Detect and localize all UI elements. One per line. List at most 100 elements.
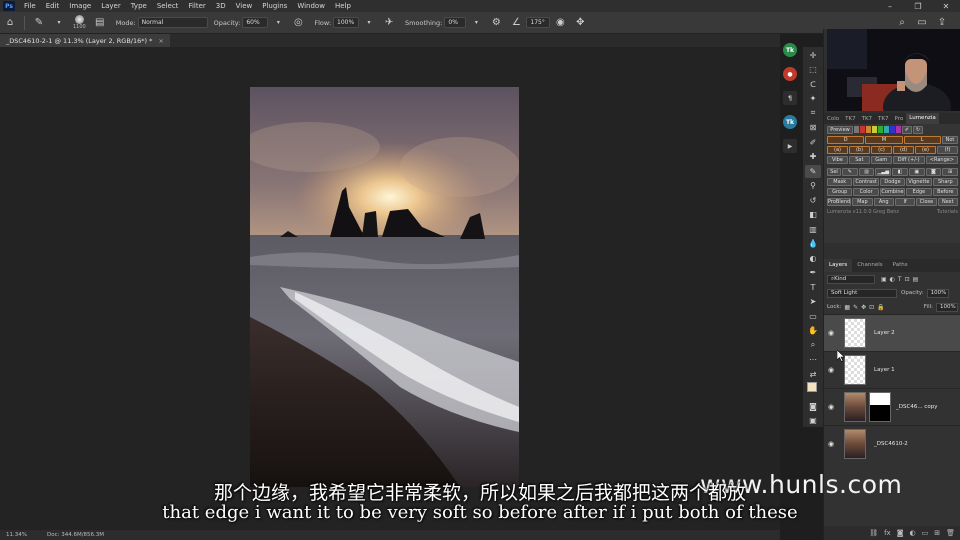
sel-button[interactable]: Sel	[827, 168, 841, 176]
pressure-size-icon[interactable]: ◉	[553, 16, 567, 30]
histogram-icon[interactable]: ▁▃▅	[875, 168, 892, 176]
contrast-button[interactable]: Contrast	[853, 178, 879, 186]
home-icon[interactable]: ⌂	[3, 16, 17, 30]
brush-tool-icon[interactable]: ✎	[32, 16, 46, 30]
sat-button[interactable]: Sat	[848, 156, 870, 164]
combine-button[interactable]: Combine	[879, 188, 906, 196]
paragraph-icon[interactable]: ¶	[783, 91, 797, 105]
layer-mask-thumbnail[interactable]	[869, 392, 891, 422]
tab-layers[interactable]: Layers	[824, 259, 853, 272]
close-tab-icon[interactable]: ×	[158, 37, 163, 45]
tk-plugin-icon[interactable]: Tk	[783, 43, 797, 57]
swatch-blue[interactable]	[890, 126, 895, 133]
maximize-icon[interactable]: ❐	[904, 2, 932, 11]
adjustment-icon[interactable]: ◐	[910, 529, 916, 537]
fx-icon[interactable]: fx	[884, 529, 891, 537]
document-tab[interactable]: _DSC4610-2-1 @ 11.3% (Layer 2, RGB/16*) …	[0, 34, 170, 47]
eye-icon[interactable]: ◉	[824, 329, 838, 337]
marquee-tool-icon[interactable]: ⬚	[805, 63, 821, 76]
brush-preset-picker[interactable]: 1100	[73, 15, 86, 30]
shape-tool-icon[interactable]: ▭	[805, 310, 821, 323]
zone-a-button[interactable]: (a)	[827, 146, 848, 154]
eye-icon[interactable]: ◉	[824, 366, 838, 374]
quick-mask-icon[interactable]: ◙	[805, 400, 821, 413]
close-button[interactable]: Close	[916, 198, 937, 206]
menu-select[interactable]: Select	[152, 0, 184, 12]
zone-e-button[interactable]: (e)	[915, 146, 936, 154]
opacity-field[interactable]: 60%	[242, 17, 269, 28]
menu-file[interactable]: File	[19, 0, 41, 12]
eye-icon[interactable]: ◉	[824, 403, 838, 411]
l-button[interactable]: L	[903, 136, 941, 144]
gam-button[interactable]: Gam	[870, 156, 892, 164]
zone-b-button[interactable]: (b)	[849, 146, 870, 154]
tk-blue-plugin-icon[interactable]: Tk	[783, 115, 797, 129]
chevron-down-icon[interactable]: ▾	[271, 16, 285, 30]
lock-icons[interactable]: ▦✎✥⊡🔒	[844, 304, 887, 311]
color-swatches[interactable]	[805, 382, 821, 398]
document-image[interactable]	[250, 87, 519, 487]
zoom-readout[interactable]: 11.34%	[6, 532, 27, 538]
zoom-tool-icon[interactable]: ⌕	[805, 339, 821, 352]
filter-kind-select[interactable]: ⌕ Kind	[827, 274, 875, 284]
menu-view[interactable]: View	[231, 0, 258, 12]
menu-filter[interactable]: Filter	[183, 0, 210, 12]
tab-pro[interactable]: Pro	[892, 116, 907, 122]
mask-button[interactable]: Mask	[827, 178, 853, 186]
diff-button[interactable]: Diff (+/-)	[892, 156, 925, 164]
stamp-tool-icon[interactable]: ⚲	[805, 179, 821, 192]
mask-view-icon[interactable]: ◙	[925, 168, 942, 176]
angle-field[interactable]: 175°	[526, 17, 551, 28]
menu-3d[interactable]: 3D	[211, 0, 231, 12]
color-button[interactable]: Color	[853, 188, 879, 196]
canvas-area[interactable]	[0, 47, 780, 530]
not-button[interactable]: Not	[941, 136, 958, 144]
d-button[interactable]: D	[827, 136, 865, 144]
vignette-button[interactable]: Vignette	[906, 178, 932, 186]
tab-channels[interactable]: Channels	[852, 259, 887, 272]
lasso-tool-icon[interactable]: ᑕ	[805, 78, 821, 91]
tab-colo[interactable]: Colo	[824, 116, 842, 122]
pressure-opacity-icon[interactable]: ◎	[291, 16, 305, 30]
refresh-icon[interactable]: ↻	[913, 126, 923, 134]
layer-row[interactable]: ◉ Layer 2	[824, 314, 960, 351]
tab-tk7-b[interactable]: TK7	[859, 116, 875, 122]
chevron-down-icon[interactable]: ▾	[469, 16, 483, 30]
tab-tk7-a[interactable]: TK7	[842, 116, 858, 122]
group-button[interactable]: Group	[827, 188, 853, 196]
record-plugin-icon[interactable]: ●	[783, 67, 797, 81]
gradient-mode-icon[interactable]: ▥	[858, 168, 875, 176]
history-brush-tool-icon[interactable]: ↺	[805, 194, 821, 207]
swatch-yellow[interactable]	[872, 126, 877, 133]
mode-select[interactable]: Normal	[137, 17, 208, 28]
next-button[interactable]: Next	[937, 198, 958, 206]
screen-mode-icon[interactable]: ▣	[805, 414, 821, 427]
flow-field[interactable]: 100%	[333, 17, 360, 28]
menu-plugins[interactable]: Plugins	[257, 0, 292, 12]
add-mask-icon[interactable]: ◙	[897, 529, 904, 537]
menu-type[interactable]: Type	[126, 0, 152, 12]
if-button[interactable]: If	[894, 198, 916, 206]
swatch-green[interactable]	[878, 126, 883, 133]
swap-colors-icon[interactable]: ⇄	[805, 368, 821, 381]
dodge-button[interactable]: Dodge	[879, 178, 906, 186]
hand-tool-icon[interactable]: ✋	[805, 324, 821, 337]
swatch-orange[interactable]	[866, 126, 871, 133]
new-group-icon[interactable]: ▭	[922, 529, 929, 537]
before-button[interactable]: Before	[932, 188, 959, 196]
gear-icon[interactable]: ⚙	[489, 16, 503, 30]
layer-row[interactable]: ◉ _DSC46... copy	[824, 388, 960, 425]
map-button[interactable]: Map	[852, 198, 873, 206]
swatch-cyan[interactable]	[884, 126, 889, 133]
preview-button[interactable]: Preview	[827, 126, 853, 134]
workspace-icon[interactable]: ▭	[915, 16, 929, 30]
brush-tool-icon[interactable]: ✎	[805, 164, 821, 178]
eyedropper-tool-icon[interactable]: ✐	[805, 136, 821, 149]
sharp-button[interactable]: Sharp	[932, 178, 959, 186]
range-button[interactable]: <Range>	[925, 156, 958, 164]
move-tool-icon[interactable]: ✛	[805, 49, 821, 62]
tab-lumenzia[interactable]: Lumenzia	[906, 113, 939, 124]
pen-tool-icon[interactable]: ✒	[805, 266, 821, 279]
chevron-down-icon[interactable]: ▾	[362, 16, 376, 30]
link-layers-icon[interactable]: ⛓	[869, 529, 878, 537]
